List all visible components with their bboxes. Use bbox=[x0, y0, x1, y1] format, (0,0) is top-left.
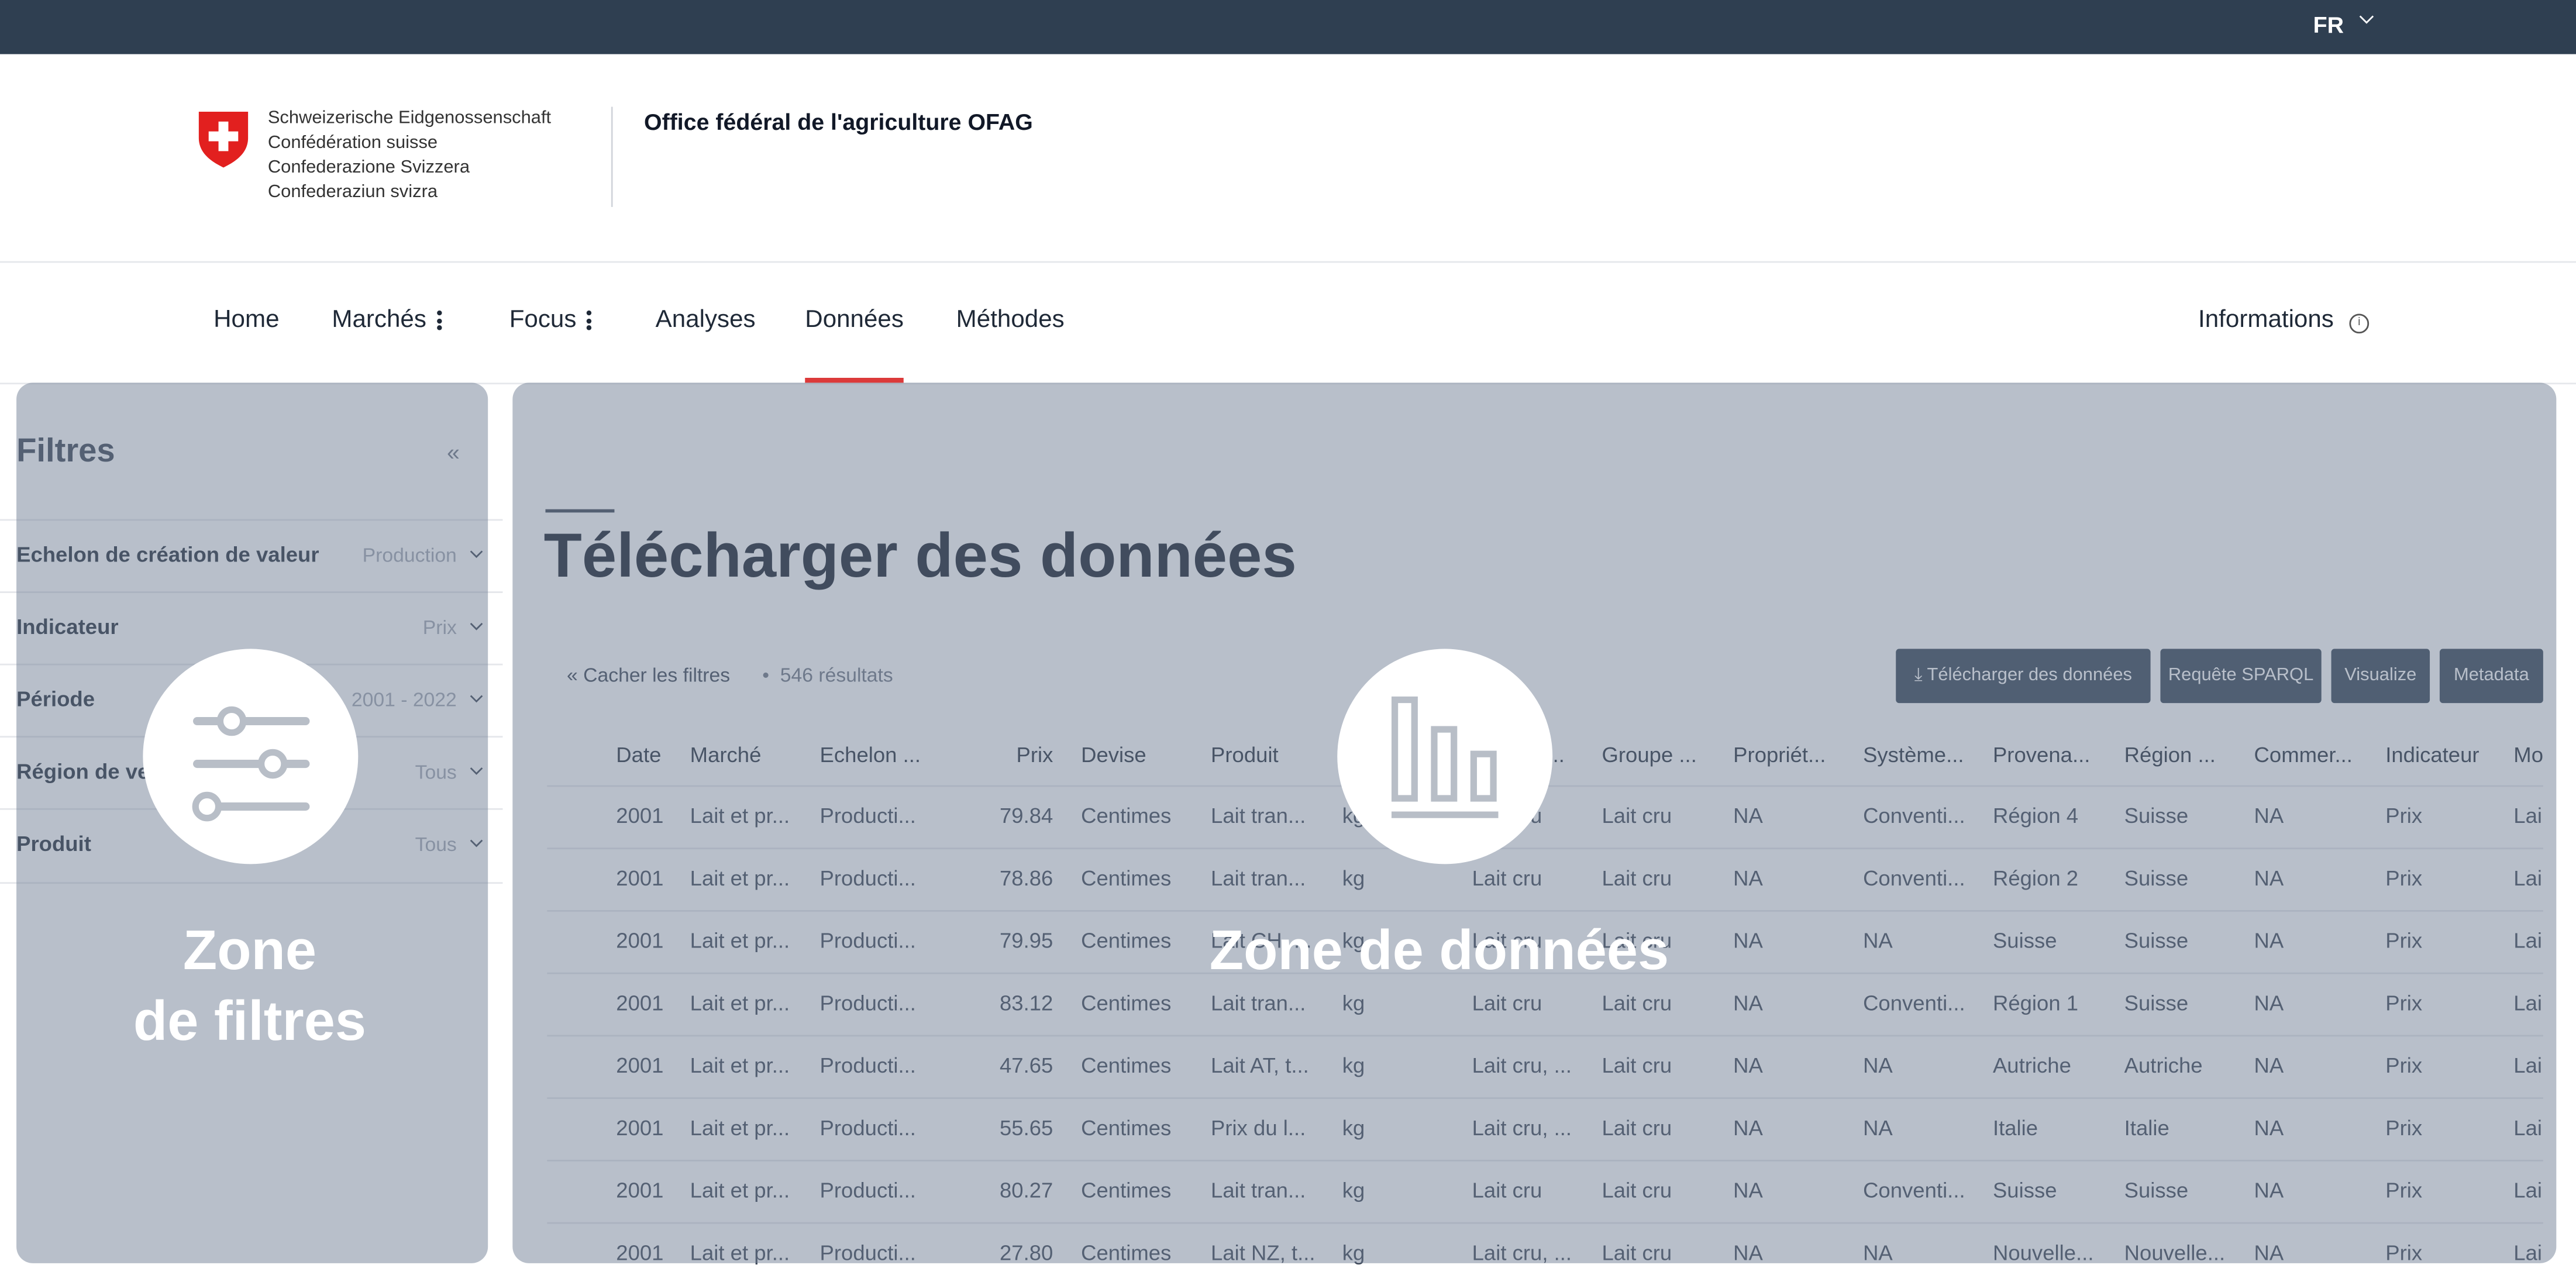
filters-zone-line2: de filtres bbox=[133, 990, 366, 1053]
nav-item-label: Focus bbox=[509, 305, 577, 334]
sliders-icon-circle bbox=[143, 649, 359, 864]
nav-item-home[interactable]: Home bbox=[213, 305, 279, 333]
confederation-line: Schweizerische Eidgenossenschaft bbox=[267, 108, 552, 129]
data-zone-label: Zone de données bbox=[1209, 919, 1669, 983]
header: Schweizerische Eidgenossenschaft Confédé… bbox=[0, 54, 2576, 263]
more-vertical-icon bbox=[436, 308, 442, 333]
bar-chart-icon bbox=[1391, 696, 1499, 818]
confederation-line: Confederazione Svizzera bbox=[267, 157, 470, 178]
filters-zone-label: Zone de filtres bbox=[75, 916, 423, 1058]
info-icon: i bbox=[2349, 313, 2370, 334]
page: FR Schweizerische Eidgenossenschaft Conf… bbox=[0, 0, 2576, 1275]
language-selector[interactable]: FR bbox=[2313, 12, 2344, 38]
chevron-down-icon[interactable] bbox=[2359, 15, 2374, 25]
nav-item-donnees[interactable]: Données bbox=[805, 305, 904, 333]
nav-item-focus[interactable]: Focus bbox=[509, 305, 591, 333]
office-name: Office fédéral de l'agriculture OFAG bbox=[644, 108, 1033, 135]
nav-item-analyses[interactable]: Analyses bbox=[656, 305, 756, 333]
nav-item-label: Marchés bbox=[332, 305, 426, 334]
nav-item-marches[interactable]: Marchés bbox=[332, 305, 442, 334]
nav-item-informations[interactable]: Informations bbox=[2198, 305, 2334, 333]
confederation-line: Confédération suisse bbox=[267, 133, 438, 153]
main-nav: Home Marchés Focus Analyses Données Méth… bbox=[0, 263, 2576, 385]
filters-zone-line1: Zone bbox=[182, 919, 316, 983]
header-divider bbox=[611, 106, 613, 207]
bar-chart-icon-circle bbox=[1337, 649, 1553, 864]
active-nav-indicator bbox=[805, 378, 904, 383]
more-vertical-icon bbox=[586, 308, 591, 333]
confederation-line: Confederaziun svizra bbox=[267, 182, 438, 202]
nav-item-methodes[interactable]: Méthodes bbox=[956, 305, 1065, 333]
sliders-icon bbox=[192, 706, 310, 822]
swiss-coat-of-arms-icon[interactable] bbox=[197, 110, 250, 169]
top-bar: FR bbox=[0, 0, 2576, 54]
